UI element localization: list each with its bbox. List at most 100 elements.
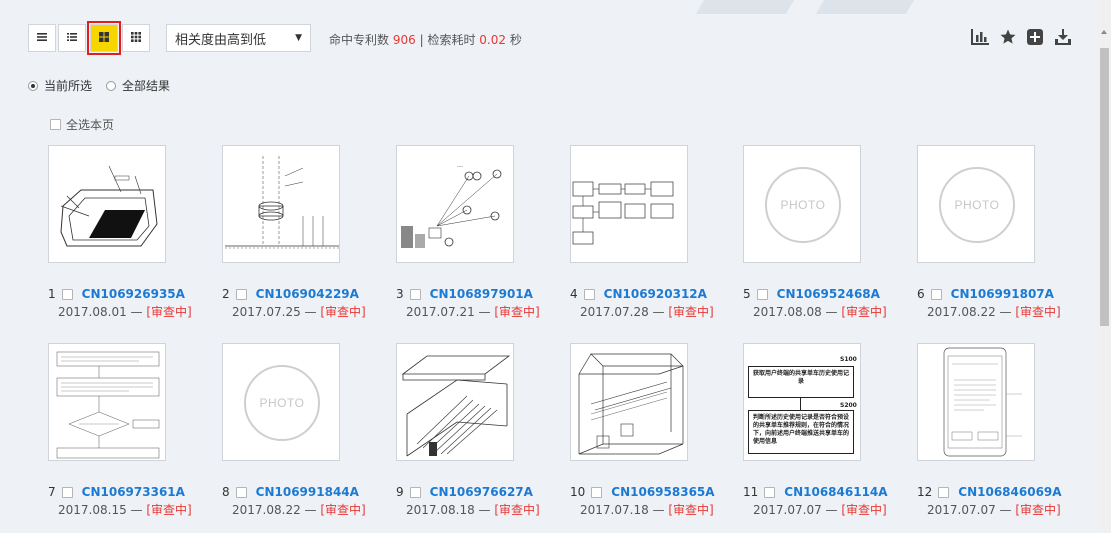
patent-thumbnail[interactable]: PHOTO xyxy=(222,343,340,461)
select-all-page[interactable]: 全选本页 xyxy=(50,116,114,133)
patent-number-link[interactable]: CN106976627A xyxy=(430,485,533,499)
scroll-up-icon[interactable] xyxy=(1101,30,1107,34)
legal-status: [审查中] xyxy=(1015,305,1061,319)
scrollbar-thumb[interactable] xyxy=(1100,48,1109,326)
result-checkbox[interactable] xyxy=(61,288,73,300)
patent-thumbnail[interactable] xyxy=(570,343,688,461)
result-header: 8 CN106991844A xyxy=(222,485,359,499)
patent-number-link[interactable]: CN106846069A xyxy=(958,485,1061,499)
patent-number-link[interactable]: CN106952468A xyxy=(777,287,880,301)
select-all-label: 全选本页 xyxy=(66,118,115,132)
date-separator: — xyxy=(825,503,838,517)
result-checkbox[interactable] xyxy=(583,288,595,300)
patent-number-link[interactable]: CN106991807A xyxy=(951,287,1054,301)
scope-radio-group: 当前所选 全部结果 xyxy=(28,77,170,94)
result-checkbox[interactable] xyxy=(409,288,421,300)
result-checkbox[interactable] xyxy=(235,486,247,498)
patent-thumbnail[interactable]: ---- xyxy=(396,145,514,263)
sort-select-value: 相关度由高到低 xyxy=(175,32,267,48)
download-button[interactable] xyxy=(1052,28,1074,48)
publication-date: 2017.07.25 xyxy=(232,305,301,319)
date-separator: — xyxy=(825,305,838,319)
list-detail-view-button[interactable] xyxy=(28,24,56,52)
patent-number-link[interactable]: CN106846114A xyxy=(784,485,887,499)
result-date-status: 2017.07.07 — [审查中] xyxy=(927,501,1061,518)
result-index: 7 xyxy=(48,485,56,499)
result-index: 6 xyxy=(917,287,925,301)
search-time-value: 0.02 xyxy=(479,33,507,47)
legal-status: [审查中] xyxy=(668,305,714,319)
patent-number-link[interactable]: CN106991844A xyxy=(256,485,359,499)
legal-status: [审查中] xyxy=(146,305,192,319)
scope-current-radio[interactable] xyxy=(28,80,38,91)
patent-thumbnail[interactable] xyxy=(396,343,514,461)
star-icon xyxy=(999,28,1017,49)
legal-status: [审查中] xyxy=(320,305,366,319)
download-icon xyxy=(1054,28,1072,49)
date-separator: — xyxy=(304,503,317,517)
drawing-tray xyxy=(60,165,158,247)
svg-text:----: ---- xyxy=(457,164,463,169)
grid-small-view-button[interactable] xyxy=(122,24,150,52)
result-checkbox[interactable] xyxy=(409,486,421,498)
patent-thumbnail[interactable] xyxy=(570,145,688,263)
sort-select[interactable]: 相关度由高到低 ▼ xyxy=(166,24,311,52)
vertical-scrollbar[interactable] xyxy=(1098,0,1111,533)
result-checkbox[interactable] xyxy=(61,486,73,498)
patent-number-link[interactable]: CN106958365A xyxy=(611,485,714,499)
publication-date: 2017.07.18 xyxy=(580,503,649,517)
list-compact-view-button[interactable] xyxy=(58,24,86,52)
result-checkbox[interactable] xyxy=(591,486,603,498)
result-index: 4 xyxy=(570,287,578,301)
result-checkbox[interactable] xyxy=(235,288,247,300)
patent-thumbnail[interactable]: PHOTO xyxy=(743,145,861,263)
chart-button[interactable] xyxy=(969,28,991,48)
result-checkbox[interactable] xyxy=(756,288,768,300)
patent-thumbnail[interactable] xyxy=(222,145,340,263)
patent-thumbnail[interactable] xyxy=(48,343,166,461)
patent-thumbnail[interactable] xyxy=(48,145,166,263)
step-label: S200 xyxy=(840,402,857,409)
result-checkbox[interactable] xyxy=(938,486,950,498)
patent-number-link[interactable]: CN106897901A xyxy=(430,287,533,301)
step-text: 获取用户终端的共享单车历史使用记录 xyxy=(753,370,850,385)
patent-number-link[interactable]: CN106904229A xyxy=(256,287,359,301)
date-separator: — xyxy=(478,305,491,319)
grid-large-view-button[interactable] xyxy=(87,21,121,55)
scope-all-radio[interactable] xyxy=(106,80,117,91)
result-checkbox[interactable] xyxy=(764,486,776,498)
watermark-stripe xyxy=(815,0,915,14)
step-connector xyxy=(800,398,801,410)
caret-down-icon: ▼ xyxy=(295,33,302,43)
patent-thumbnail[interactable] xyxy=(917,343,1035,461)
patent-number-link[interactable]: CN106926935A xyxy=(82,287,185,301)
search-time-unit: 秒 xyxy=(509,33,522,47)
drawing-steps: S100 获取用户终端的共享单车历史使用记录 S200 判断所述历史使用记录是否… xyxy=(744,344,860,460)
patent-number-link[interactable]: CN106920312A xyxy=(604,287,707,301)
result-header: 4 CN106920312A xyxy=(570,287,707,301)
result-date-status: 2017.08.18 — [审查中] xyxy=(406,501,540,518)
result-index: 11 xyxy=(743,485,759,499)
step-box: 判断所述历史使用记录是否符合预设的共享单车推荐规则，在符合的情况下，向前述用户终… xyxy=(748,410,854,454)
result-date-status: 2017.07.28 — [审查中] xyxy=(580,303,714,320)
date-separator: — xyxy=(130,305,143,319)
step-label: S100 xyxy=(840,356,857,363)
result-header: 3 CN106897901A xyxy=(396,287,533,301)
scope-current-label[interactable]: 当前所选 xyxy=(44,77,92,94)
date-separator: — xyxy=(652,305,665,319)
legal-status: [审查中] xyxy=(668,503,714,517)
add-button[interactable] xyxy=(1024,28,1046,48)
patent-thumbnail[interactable]: PHOTO xyxy=(917,145,1035,263)
step-box: 获取用户终端的共享单车历史使用记录 xyxy=(748,366,854,398)
patent-number-link[interactable]: CN106973361A xyxy=(82,485,185,499)
step-text: 判断所述历史使用记录是否符合预设的共享单车推荐规则，在符合的情况下，向前述用户终… xyxy=(753,414,850,445)
result-checkbox[interactable] xyxy=(930,288,942,300)
publication-date: 2017.07.07 xyxy=(927,503,996,517)
drawing-flow xyxy=(56,351,160,459)
favorite-button[interactable] xyxy=(997,28,1019,48)
patent-thumbnail[interactable]: S100 获取用户终端的共享单车历史使用记录 S200 判断所述历史使用记录是否… xyxy=(743,343,861,461)
result-date-status: 2017.07.18 — [审查中] xyxy=(580,501,714,518)
select-all-checkbox[interactable] xyxy=(50,119,61,130)
scope-all-label[interactable]: 全部结果 xyxy=(122,77,170,94)
list-detail-icon xyxy=(36,31,48,46)
